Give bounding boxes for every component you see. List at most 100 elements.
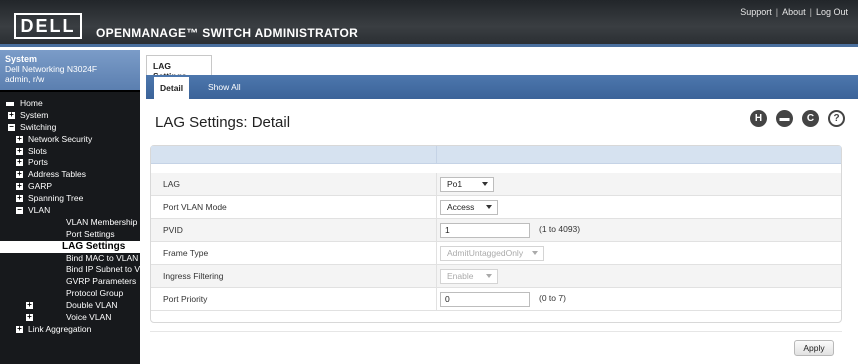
sidebar-item-slots[interactable]: + Slots bbox=[0, 146, 140, 158]
expand-plus-icon[interactable]: + bbox=[16, 170, 23, 179]
nav-tree: Home + System − Switching + Network Security + S… bbox=[0, 92, 140, 336]
sidebar-item-gvrp-parameters[interactable]: GVRP Parameters bbox=[0, 276, 140, 288]
sidebar-item-port-settings[interactable]: Port Settings bbox=[0, 229, 140, 241]
sidebar-item-label: Bind IP Subnet to VLAN bbox=[66, 264, 140, 275]
divider bbox=[150, 331, 842, 332]
frame-type-value: AdmitUntaggedOnly bbox=[447, 248, 524, 258]
sidebar-item-label: Double VLAN bbox=[66, 300, 118, 311]
help-hint-icon[interactable]: H bbox=[750, 110, 767, 127]
table-row-frame-type: Frame Type AdmitUntaggedOnly bbox=[151, 242, 841, 265]
lag-label: LAG bbox=[163, 179, 181, 189]
sidebar-item-vlan-membership[interactable]: VLAN Membership bbox=[0, 217, 140, 229]
sidebar-item-lag-settings[interactable]: LAG Settings bbox=[0, 240, 140, 253]
sidebar-item-protocol-group[interactable]: Protocol Group bbox=[0, 288, 140, 300]
lag-value: Po1 bbox=[447, 179, 463, 189]
sidebar-item-label: GVRP Parameters bbox=[66, 276, 137, 287]
subtab-detail[interactable]: Detail bbox=[154, 77, 190, 99]
expand-plus-icon[interactable]: + bbox=[26, 313, 33, 322]
column-divider bbox=[436, 219, 437, 242]
expand-plus-icon[interactable]: + bbox=[16, 158, 23, 167]
sub-tab-bar: Detail Show All bbox=[146, 75, 858, 99]
sidebar-item-system[interactable]: + System bbox=[0, 110, 140, 122]
sidebar-item-label: Spanning Tree bbox=[28, 193, 84, 204]
sidebar-item-bind-ip-subnet-to-vlan[interactable]: Bind IP Subnet to VLAN bbox=[0, 264, 140, 276]
sidebar-item-label: Home bbox=[20, 98, 43, 108]
header-links: Support | About | Log Out bbox=[740, 7, 848, 17]
column-divider bbox=[436, 288, 437, 311]
tab-lag-settings[interactable]: LAG Settings bbox=[146, 55, 212, 81]
sidebar-item-network-security[interactable]: + Network Security bbox=[0, 134, 140, 146]
table-row-ingress-filtering: Ingress Filtering Enable bbox=[151, 265, 841, 288]
sidebar-item-double-vlan[interactable]: + Double VLAN bbox=[0, 300, 140, 312]
chevron-down-icon bbox=[486, 274, 492, 278]
table-row-pvid: PVID 1 (1 to 4093) bbox=[151, 219, 841, 242]
sidebar-item-label: Slots bbox=[28, 145, 47, 156]
sidebar-item-ports[interactable]: + Ports bbox=[0, 157, 140, 169]
app-header: DELL OPENMANAGE™ SWITCH ADMINISTRATOR Su… bbox=[0, 0, 858, 47]
home-icon bbox=[6, 102, 14, 106]
column-divider bbox=[436, 265, 437, 288]
about-link[interactable]: About bbox=[782, 7, 806, 17]
table-row-lag: LAG Po1 bbox=[151, 173, 841, 196]
expand-plus-icon[interactable]: + bbox=[16, 134, 23, 143]
port-priority-range-hint: (0 to 7) bbox=[539, 293, 566, 303]
apply-button[interactable]: Apply bbox=[794, 340, 834, 356]
sidebar-item-label: VLAN Membership bbox=[66, 216, 138, 227]
support-link[interactable]: Support bbox=[740, 7, 772, 17]
expand-plus-icon[interactable]: + bbox=[16, 146, 23, 155]
pvid-range-hint: (1 to 4093) bbox=[539, 224, 581, 234]
link-separator: | bbox=[809, 7, 812, 17]
sidebar-item-label: Switching bbox=[20, 121, 57, 132]
sidebar-item-label: System bbox=[20, 109, 49, 120]
port-vlan-mode-select[interactable]: Access bbox=[440, 200, 498, 215]
sidebar-item-link-aggregation[interactable]: + Link Aggregation bbox=[0, 324, 140, 336]
frame-type-select: AdmitUntaggedOnly bbox=[440, 246, 544, 261]
sidebar-item-voice-vlan[interactable]: + Voice VLAN bbox=[0, 312, 140, 324]
sidebar-item-spanning-tree[interactable]: + Spanning Tree bbox=[0, 193, 140, 205]
port-vlan-mode-value: Access bbox=[447, 202, 475, 212]
port-priority-input[interactable]: 0 bbox=[440, 292, 530, 307]
sidebar-item-address-tables[interactable]: + Address Tables bbox=[0, 169, 140, 181]
sidebar: System Dell Networking N3024F admin, r/w… bbox=[0, 50, 140, 364]
subtab-show-all[interactable]: Show All bbox=[202, 75, 247, 99]
pvid-label: PVID bbox=[163, 225, 183, 235]
sidebar-item-label: Link Aggregation bbox=[28, 323, 92, 334]
system-info: System Dell Networking N3024F admin, r/w bbox=[0, 50, 140, 92]
table-row-port-vlan-mode: Port VLAN Mode Access bbox=[151, 196, 841, 219]
collapse-minus-icon[interactable]: − bbox=[16, 206, 23, 215]
expand-plus-icon[interactable]: + bbox=[16, 324, 23, 333]
logout-link[interactable]: Log Out bbox=[816, 7, 848, 17]
print-icon[interactable]: ▬ bbox=[776, 110, 793, 127]
sidebar-item-label: GARP bbox=[28, 181, 53, 192]
sidebar-item-home[interactable]: Home bbox=[0, 98, 140, 110]
sidebar-item-switching[interactable]: − Switching bbox=[0, 122, 140, 134]
ingress-filtering-select: Enable bbox=[440, 269, 498, 284]
sidebar-item-bind-mac-to-vlan[interactable]: Bind MAC to VLAN bbox=[0, 253, 140, 265]
sidebar-item-label: LAG Settings bbox=[62, 240, 126, 252]
expand-plus-icon[interactable]: + bbox=[16, 194, 23, 203]
expand-plus-icon[interactable]: + bbox=[16, 182, 23, 191]
chevron-down-icon bbox=[486, 205, 492, 209]
sidebar-item-label: VLAN bbox=[28, 205, 51, 216]
collapse-minus-icon[interactable]: − bbox=[8, 122, 15, 131]
sidebar-item-label: Port Settings bbox=[66, 228, 115, 239]
expand-plus-icon[interactable]: + bbox=[26, 301, 33, 310]
sidebar-item-label: Ports bbox=[28, 157, 48, 168]
link-separator: | bbox=[775, 7, 779, 17]
expand-plus-icon[interactable]: + bbox=[8, 110, 15, 119]
refresh-icon[interactable]: C bbox=[802, 110, 819, 127]
ingress-filtering-value: Enable bbox=[447, 271, 474, 281]
column-divider bbox=[436, 196, 437, 219]
sidebar-item-garp[interactable]: + GARP bbox=[0, 181, 140, 193]
table-header bbox=[151, 146, 841, 164]
chevron-down-icon bbox=[482, 182, 488, 186]
system-title[interactable]: System bbox=[5, 54, 135, 64]
lag-select[interactable]: Po1 bbox=[440, 177, 494, 192]
pvid-input[interactable]: 1 bbox=[440, 223, 530, 238]
sidebar-item-vlan[interactable]: − VLAN bbox=[0, 205, 140, 217]
device-name: Dell Networking N3024F bbox=[5, 64, 98, 74]
sidebar-item-label: Address Tables bbox=[28, 169, 86, 180]
page-toolbar: H ▬ C ? bbox=[750, 110, 850, 130]
sidebar-item-label: Voice VLAN bbox=[66, 312, 112, 323]
help-icon[interactable]: ? bbox=[828, 110, 845, 127]
